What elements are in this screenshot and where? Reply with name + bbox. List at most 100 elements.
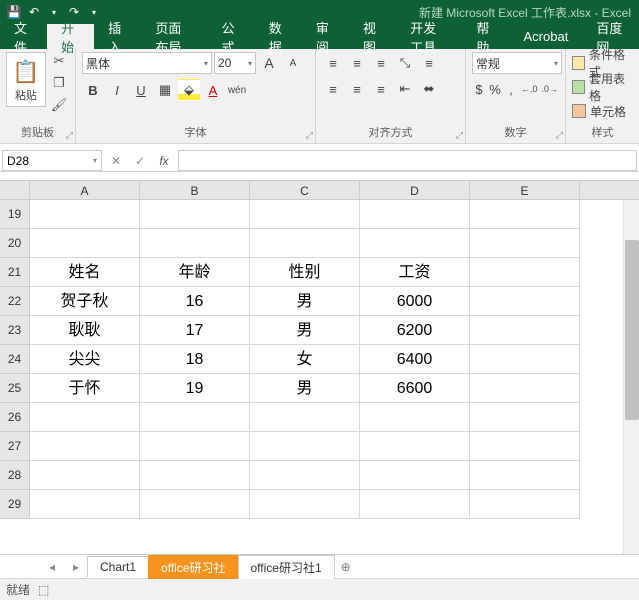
merge-icon[interactable]: ⬌ bbox=[418, 78, 440, 100]
indent-dec-icon[interactable]: ⇤ bbox=[394, 78, 416, 100]
tab-formulas[interactable]: 公式 bbox=[208, 24, 255, 49]
cell-A23[interactable]: 耿耿 bbox=[30, 316, 140, 345]
qat-customize-icon[interactable]: ▾ bbox=[84, 2, 104, 22]
col-header-B[interactable]: B bbox=[140, 181, 250, 199]
cell-E29[interactable] bbox=[470, 490, 580, 519]
underline-button[interactable]: U bbox=[130, 79, 152, 101]
fx-icon[interactable]: fx bbox=[152, 150, 176, 171]
cell-E28[interactable] bbox=[470, 461, 580, 490]
vertical-scrollbar[interactable] bbox=[623, 200, 639, 554]
cell-C19[interactable] bbox=[250, 200, 360, 229]
tab-dev[interactable]: 开发工具 bbox=[396, 24, 462, 49]
increase-decimal-icon[interactable]: ←.0 bbox=[520, 78, 539, 100]
number-format-combo[interactable]: 常规▾ bbox=[472, 52, 562, 74]
clipboard-launcher-icon[interactable]: ⤢ bbox=[66, 130, 73, 141]
add-sheet-icon[interactable]: ⊕ bbox=[335, 560, 357, 574]
cell-C22[interactable]: 男 bbox=[250, 287, 360, 316]
cell-B26[interactable] bbox=[140, 403, 250, 432]
cell-A24[interactable]: 尖尖 bbox=[30, 345, 140, 374]
cell-A22[interactable]: 贺子秋 bbox=[30, 287, 140, 316]
cell-B25[interactable]: 19 bbox=[140, 374, 250, 403]
currency-icon[interactable]: $ bbox=[472, 78, 486, 100]
cell-B20[interactable] bbox=[140, 229, 250, 258]
cell-A25[interactable]: 于怀 bbox=[30, 374, 140, 403]
col-header-D[interactable]: D bbox=[360, 181, 470, 199]
align-right-icon[interactable]: ≡ bbox=[370, 78, 392, 100]
cell-C25[interactable]: 男 bbox=[250, 374, 360, 403]
cell-A27[interactable] bbox=[30, 432, 140, 461]
col-header-E[interactable]: E bbox=[470, 181, 580, 199]
italic-button[interactable]: I bbox=[106, 79, 128, 101]
row-header-21[interactable]: 21 bbox=[0, 258, 30, 287]
align-middle-icon[interactable]: ≡ bbox=[346, 52, 368, 74]
cell-B22[interactable]: 16 bbox=[140, 287, 250, 316]
cell-D22[interactable]: 6000 bbox=[360, 287, 470, 316]
cell-B29[interactable] bbox=[140, 490, 250, 519]
tab-view[interactable]: 视图 bbox=[349, 24, 396, 49]
cell-D21[interactable]: 工资 bbox=[360, 258, 470, 287]
macro-record-icon[interactable]: ⬚ bbox=[38, 583, 49, 597]
formula-bar[interactable] bbox=[178, 150, 637, 171]
row-header-22[interactable]: 22 bbox=[0, 287, 30, 316]
cell-C21[interactable]: 性别 bbox=[250, 258, 360, 287]
select-all-corner[interactable] bbox=[0, 181, 30, 199]
sheet-tab-office2[interactable]: office研习社1 bbox=[238, 555, 335, 579]
cell-E19[interactable] bbox=[470, 200, 580, 229]
cell-C26[interactable] bbox=[250, 403, 360, 432]
cell-styles-button[interactable]: 单元格 bbox=[572, 100, 633, 122]
percent-icon[interactable]: % bbox=[488, 78, 502, 100]
col-header-A[interactable]: A bbox=[30, 181, 140, 199]
cell-C23[interactable]: 男 bbox=[250, 316, 360, 345]
cell-B28[interactable] bbox=[140, 461, 250, 490]
cell-D26[interactable] bbox=[360, 403, 470, 432]
cell-E23[interactable] bbox=[470, 316, 580, 345]
row-header-20[interactable]: 20 bbox=[0, 229, 30, 258]
row-header-25[interactable]: 25 bbox=[0, 374, 30, 403]
cell-E25[interactable] bbox=[470, 374, 580, 403]
sheet-tab-office1[interactable]: office研习社 bbox=[148, 555, 238, 579]
cell-B27[interactable] bbox=[140, 432, 250, 461]
font-name-combo[interactable]: 黑体▾ bbox=[82, 52, 212, 74]
cell-D23[interactable]: 6200 bbox=[360, 316, 470, 345]
bold-button[interactable]: B bbox=[82, 79, 104, 101]
tab-data[interactable]: 数据 bbox=[255, 24, 302, 49]
enter-icon[interactable]: ✓ bbox=[128, 150, 152, 171]
cell-D20[interactable] bbox=[360, 229, 470, 258]
grow-font-icon[interactable]: A bbox=[258, 52, 280, 74]
font-color-icon[interactable]: A bbox=[202, 79, 224, 101]
tab-help[interactable]: 帮助 bbox=[462, 24, 509, 49]
col-header-C[interactable]: C bbox=[250, 181, 360, 199]
border-icon[interactable]: ▦ bbox=[154, 79, 176, 101]
name-box[interactable]: D28▾ bbox=[2, 150, 102, 171]
cell-A19[interactable] bbox=[30, 200, 140, 229]
wrap-text-icon[interactable]: ≡ bbox=[418, 52, 440, 74]
cell-E20[interactable] bbox=[470, 229, 580, 258]
orientation-icon[interactable]: ⤡ bbox=[394, 52, 416, 74]
cell-E24[interactable] bbox=[470, 345, 580, 374]
number-launcher-icon[interactable]: ⤢ bbox=[556, 130, 563, 141]
align-left-icon[interactable]: ≡ bbox=[322, 78, 344, 100]
cell-D25[interactable]: 6600 bbox=[360, 374, 470, 403]
align-top-icon[interactable]: ≡ bbox=[322, 52, 344, 74]
sheet-nav-prev-icon[interactable]: ◂ bbox=[40, 560, 64, 574]
tab-review[interactable]: 审阅 bbox=[302, 24, 349, 49]
cell-A28[interactable] bbox=[30, 461, 140, 490]
decrease-decimal-icon[interactable]: .0→ bbox=[540, 78, 559, 100]
cut-icon[interactable]: ✂ bbox=[50, 52, 68, 70]
row-header-24[interactable]: 24 bbox=[0, 345, 30, 374]
font-size-combo[interactable]: 20▾ bbox=[214, 52, 256, 74]
cell-B21[interactable]: 年龄 bbox=[140, 258, 250, 287]
cell-B23[interactable]: 17 bbox=[140, 316, 250, 345]
tab-file[interactable]: 文件 bbox=[0, 24, 47, 49]
align-bottom-icon[interactable]: ≡ bbox=[370, 52, 392, 74]
cell-D24[interactable]: 6400 bbox=[360, 345, 470, 374]
format-as-table-button[interactable]: 套用表格 bbox=[572, 76, 633, 98]
cell-C27[interactable] bbox=[250, 432, 360, 461]
copy-icon[interactable]: ❐ bbox=[50, 74, 68, 92]
shrink-font-icon[interactable]: A bbox=[282, 52, 304, 74]
fill-color-icon[interactable]: ⬙ bbox=[178, 79, 200, 101]
row-header-26[interactable]: 26 bbox=[0, 403, 30, 432]
paste-button[interactable]: 📋 粘贴 bbox=[6, 52, 46, 107]
row-header-29[interactable]: 29 bbox=[0, 490, 30, 519]
cell-C20[interactable] bbox=[250, 229, 360, 258]
